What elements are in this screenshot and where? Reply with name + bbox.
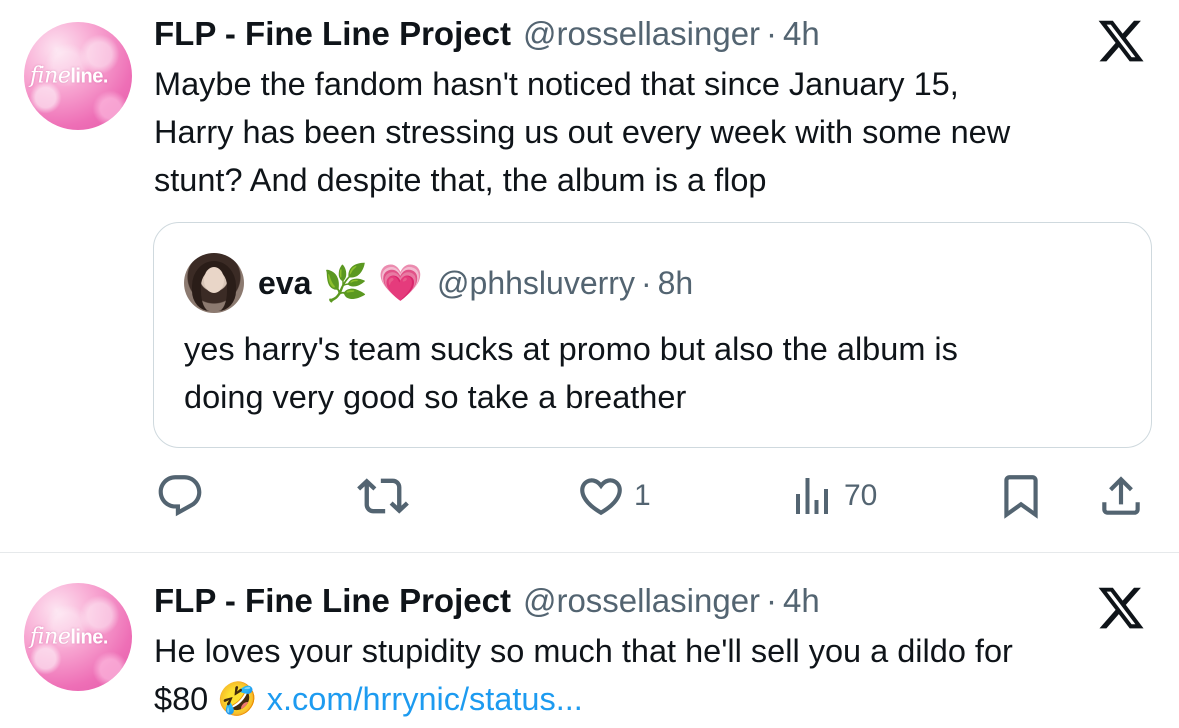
- avatar-logo: fineline.: [30, 63, 108, 89]
- tweet[interactable]: fineline. FLP - Fine Line Project @rosse…: [0, 553, 1179, 728]
- tweet-text-line: stunt? And despite that, the album is a …: [154, 162, 767, 198]
- quote-author-name[interactable]: eva: [258, 265, 311, 302]
- tweet-text-line: Maybe the fandom hasn't noticed that sin…: [154, 66, 959, 102]
- reply-button[interactable]: [155, 468, 205, 524]
- share-button[interactable]: [1096, 468, 1146, 524]
- separator-dot: ·: [766, 15, 778, 52]
- tweet-text-line: He loves your stupidity so much that he'…: [154, 633, 1013, 669]
- heart-icon: [580, 478, 622, 516]
- avatar-logo: fineline.: [30, 624, 108, 650]
- reply-icon: [158, 475, 202, 517]
- action-bar: 1 70: [0, 468, 1179, 524]
- quote-text-line: doing very good so take a breather: [184, 379, 687, 415]
- avatar[interactable]: fineline.: [24, 22, 132, 130]
- separator-dot: ·: [640, 264, 652, 301]
- tweet-header: FLP - Fine Line Project @rossellasinger …: [154, 581, 820, 621]
- views-count: 70: [844, 479, 878, 512]
- separator-dot: ·: [766, 582, 778, 619]
- quoted-tweet[interactable]: eva 🌿 💗 @phhsluverry · 8h yes harry's te…: [153, 222, 1152, 448]
- quote-text-line: yes harry's team sucks at promo but also…: [184, 331, 958, 367]
- author-name[interactable]: FLP - Fine Line Project: [154, 14, 511, 54]
- bookmark-icon: [1004, 475, 1038, 519]
- author-handle[interactable]: @rossellasinger: [523, 581, 760, 621]
- tweet-header: FLP - Fine Line Project @rossellasinger …: [154, 14, 820, 54]
- tweet[interactable]: fineline. FLP - Fine Line Project @rosse…: [0, 0, 1179, 552]
- quote-header: eva 🌿 💗 @phhsluverry · 8h: [258, 263, 693, 303]
- avatar-face: [204, 267, 224, 293]
- retweet-icon: [357, 478, 409, 514]
- laughing-emoji: 🤣: [217, 681, 258, 717]
- quote-name-emojis: 🌿 💗: [323, 262, 424, 303]
- timestamp[interactable]: 4h: [783, 581, 820, 621]
- views-button[interactable]: 70: [788, 468, 877, 524]
- quote-timestamp[interactable]: 8h: [658, 265, 694, 302]
- bookmark-button[interactable]: [996, 468, 1046, 524]
- quote-avatar[interactable]: [184, 253, 244, 313]
- retweet-button[interactable]: [357, 468, 409, 524]
- like-button[interactable]: 1: [576, 468, 651, 524]
- views-icon: [796, 478, 828, 514]
- tweet-text-line: $80 🤣 x.com/hrrynic/status...: [154, 675, 1144, 723]
- share-icon: [1102, 476, 1140, 515]
- status-link[interactable]: x.com/hrrynic/status...: [267, 681, 583, 717]
- x-logo-icon: [1098, 587, 1144, 629]
- tweet-text: Maybe the fandom hasn't noticed that sin…: [154, 60, 1144, 204]
- quote-author-handle[interactable]: @phhsluverry: [437, 265, 635, 302]
- like-count: 1: [634, 479, 651, 512]
- x-logo-icon: [1098, 20, 1144, 62]
- tweet-text-line: Harry has been stressing us out every we…: [154, 114, 1011, 150]
- quote-text: yes harry's team sucks at promo but also…: [184, 325, 1134, 421]
- avatar[interactable]: fineline.: [24, 583, 132, 691]
- price-text: $80: [154, 681, 209, 717]
- timestamp[interactable]: 4h: [783, 14, 820, 54]
- author-name[interactable]: FLP - Fine Line Project: [154, 581, 511, 621]
- author-handle[interactable]: @rossellasinger: [523, 14, 760, 54]
- tweet-text: He loves your stupidity so much that he'…: [154, 627, 1144, 723]
